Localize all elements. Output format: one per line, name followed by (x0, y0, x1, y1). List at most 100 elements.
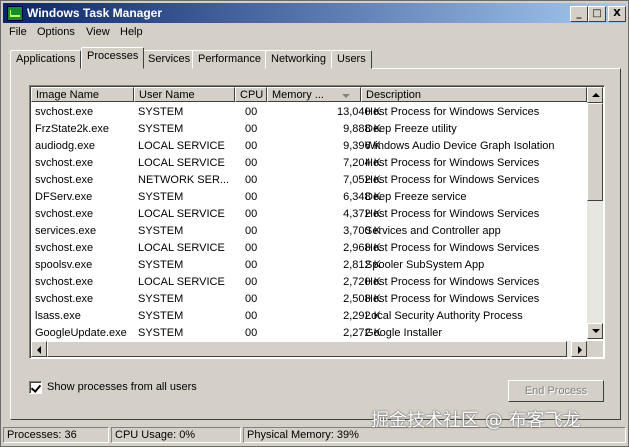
cell-image-name: spoolsv.exe (35, 259, 93, 271)
scroll-up-button[interactable] (587, 87, 603, 103)
column-image-name[interactable]: Image Name (31, 87, 134, 102)
scroll-down-button[interactable] (587, 323, 603, 339)
cell-description: Host Process for Windows Services (365, 106, 540, 118)
tab-processes[interactable]: Processes (81, 47, 145, 69)
table-row[interactable]: svchost.exe LOCAL SERVICE 00 2,968 K Host Pr… (31, 240, 587, 257)
cell-cpu: 00 (245, 293, 258, 305)
show-all-users-label[interactable]: Show processes from all users (47, 381, 197, 393)
title-bar[interactable]: Windows Task Manager _ □ X (3, 3, 626, 23)
cell-image-name: FrzState2k.exe (35, 123, 109, 135)
vertical-scroll-thumb[interactable] (587, 103, 603, 201)
table-row[interactable]: FrzState2k.exe SYSTEM 00 9,888 K Deep Freeze… (31, 121, 587, 138)
cell-user-name: SYSTEM (138, 191, 184, 203)
cell-user-name: LOCAL SERVICE (138, 242, 225, 254)
cell-image-name: svchost.exe (35, 157, 94, 169)
scroll-left-button[interactable] (31, 341, 47, 357)
cell-user-name: LOCAL SERVICE (138, 157, 225, 169)
cell-cpu: 00 (245, 259, 258, 271)
table-row[interactable]: svchost.exe SYSTEM 00 2,508 K Host Process f… (31, 291, 587, 308)
menu-view[interactable]: View (86, 26, 110, 38)
arrow-up-icon (592, 93, 600, 97)
cell-description: Host Process for Windows Services (365, 293, 540, 305)
cell-user-name: SYSTEM (138, 225, 184, 237)
cell-image-name: GoogleUpdate.exe (35, 327, 127, 339)
cell-cpu: 00 (245, 208, 258, 220)
cell-cpu: 00 (245, 123, 258, 135)
cell-cpu: 00 (245, 327, 258, 339)
cell-cpu: 00 (245, 174, 258, 186)
scroll-right-button[interactable] (571, 341, 587, 357)
process-list[interactable]: Image Name User Name CPU Memory ... Desc… (29, 85, 605, 359)
cell-description: Host Process for Windows Services (365, 157, 540, 169)
cell-cpu: 00 (245, 276, 258, 288)
cell-image-name: lsass.exe (35, 310, 81, 322)
end-process-button[interactable]: End Process (508, 380, 604, 402)
arrow-left-icon (37, 346, 41, 354)
horizontal-scrollbar[interactable] (31, 341, 587, 357)
cell-image-name: svchost.exe (35, 276, 94, 288)
table-row[interactable]: svchost.exe LOCAL SERVICE 00 4,372 K Host Pr… (31, 206, 587, 223)
tab-users[interactable]: Users (331, 50, 372, 69)
sort-descending-icon (342, 94, 350, 98)
horizontal-scroll-thumb[interactable] (47, 341, 567, 357)
table-row[interactable]: svchost.exe SYSTEM 00 13,040 K Host Process … (31, 104, 587, 121)
cell-description: Host Process for Windows Services (365, 276, 540, 288)
column-user-name[interactable]: User Name (134, 87, 235, 102)
arrow-down-icon (592, 329, 600, 333)
menu-help[interactable]: Help (120, 26, 143, 38)
vertical-scrollbar[interactable] (587, 87, 603, 339)
table-row[interactable]: lsass.exe SYSTEM 00 2,292 K Local Security A… (31, 308, 587, 325)
process-rows: svchost.exe SYSTEM 00 13,040 K Host Process … (31, 104, 587, 358)
status-cpu-usage: CPU Usage: 0% (111, 427, 241, 443)
table-row[interactable]: svchost.exe LOCAL SERVICE 00 7,204 K Host Pr… (31, 155, 587, 172)
table-row[interactable]: audiodg.exe LOCAL SERVICE 00 9,396 K Windows… (31, 138, 587, 155)
tab-performance[interactable]: Performance (192, 50, 267, 69)
cell-user-name: SYSTEM (138, 123, 184, 135)
cell-description: Deep Freeze utility (365, 123, 457, 135)
minimize-button[interactable]: _ (570, 6, 588, 22)
cell-user-name: SYSTEM (138, 106, 184, 118)
show-all-users-checkbox[interactable] (29, 381, 42, 394)
maximize-button[interactable]: □ (588, 6, 606, 22)
tab-services[interactable]: Services (142, 50, 197, 69)
column-cpu[interactable]: CPU (235, 87, 267, 102)
menu-file[interactable]: File (9, 26, 27, 38)
table-row[interactable]: svchost.exe NETWORK SER... 00 7,052 K Host P… (31, 172, 587, 189)
cell-cpu: 00 (245, 242, 258, 254)
cell-description: Services and Controller app (365, 225, 501, 237)
table-row[interactable]: DFServ.exe SYSTEM 00 6,348 K Deep Freeze ser… (31, 189, 587, 206)
cell-image-name: svchost.exe (35, 293, 94, 305)
cell-user-name: SYSTEM (138, 310, 184, 322)
cell-description: Host Process for Windows Services (365, 174, 540, 186)
table-row[interactable]: services.exe SYSTEM 00 3,700 K Services and … (31, 223, 587, 240)
cell-description: Local Security Authority Process (365, 310, 523, 322)
table-row[interactable]: spoolsv.exe SYSTEM 00 2,812 K Spooler SubSys… (31, 257, 587, 274)
cell-cpu: 00 (245, 191, 258, 203)
cell-description: Spooler SubSystem App (365, 259, 485, 271)
table-row[interactable]: svchost.exe LOCAL SERVICE 00 2,720 K Host Pr… (31, 274, 587, 291)
cell-description: Host Process for Windows Services (365, 242, 540, 254)
cell-description: Deep Freeze service (365, 191, 467, 203)
close-button[interactable]: X (608, 6, 626, 22)
status-processes: Processes: 36 (3, 427, 109, 443)
watermark-text: 掘金技术社区 @ 布客飞龙 (371, 410, 581, 431)
cell-cpu: 00 (245, 157, 258, 169)
cell-user-name: LOCAL SERVICE (138, 140, 225, 152)
cell-user-name: SYSTEM (138, 259, 184, 271)
column-description[interactable]: Description (361, 87, 587, 102)
cell-description: Google Installer (365, 327, 443, 339)
tab-networking[interactable]: Networking (265, 50, 333, 69)
column-memory-label: Memory ... (272, 89, 324, 101)
cell-user-name: LOCAL SERVICE (138, 208, 225, 220)
tab-applications[interactable]: Applications (10, 50, 82, 69)
task-manager-icon (7, 6, 23, 21)
table-row[interactable]: GoogleUpdate.exe SYSTEM 00 2,272 K Google In… (31, 325, 587, 342)
column-memory[interactable]: Memory ... (267, 87, 361, 102)
cell-user-name: NETWORK SER... (138, 174, 230, 186)
cell-description: Windows Audio Device Graph Isolation (365, 140, 555, 152)
cell-image-name: svchost.exe (35, 106, 94, 118)
menu-options[interactable]: Options (37, 26, 75, 38)
window-title: Windows Task Manager (27, 6, 163, 20)
cell-user-name: SYSTEM (138, 327, 184, 339)
cell-cpu: 00 (245, 140, 258, 152)
